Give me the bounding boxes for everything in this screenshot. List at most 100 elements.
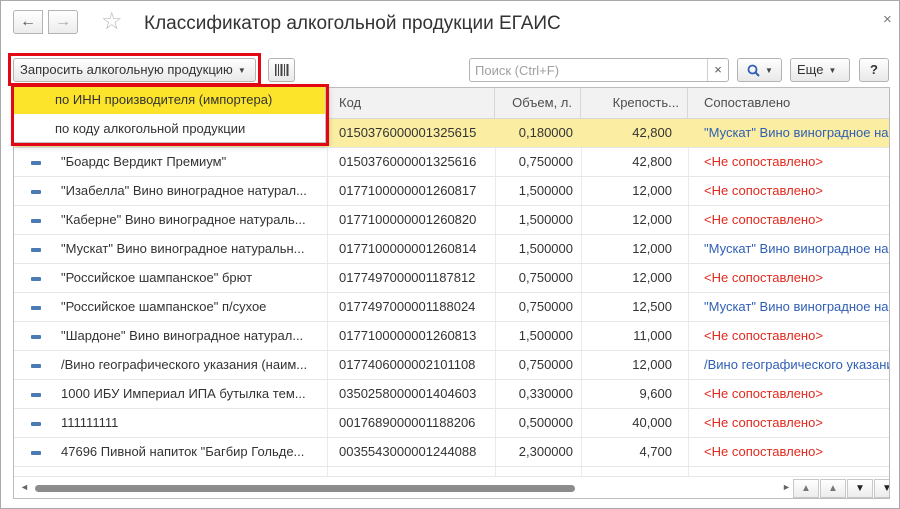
page-up-button[interactable]: ▲ [820,479,846,498]
row-name-cell: 47696 Пивной напиток "Багбир Гольде... [61,444,305,459]
search-field[interactable]: × [469,58,729,82]
row-volume-cell: 0,750000 [518,270,573,285]
row-strength-cell: 12,000 [632,357,672,372]
row-match-cell: /Вино географического указани [704,357,890,372]
go-first-button[interactable]: ▲ [793,479,819,498]
row-name-cell: "Изабелла" Вино виноградное натурал... [61,183,307,198]
row-match-cell: <Не сопоставлено> [704,154,823,169]
row-code-cell: 0150376000001325616 [339,154,477,169]
magnifier-icon [747,64,760,77]
down-icon: ▼ [855,483,865,494]
column-header-match[interactable]: Сопоставлено [688,88,889,118]
row-strength-cell: 9,600 [639,386,672,401]
row-code-cell: 0177497000001188024 [339,299,476,314]
row-item-icon [31,380,43,408]
row-code-cell: 0177100000001260817 [339,183,477,198]
chevron-down-icon: ▼ [237,65,246,75]
close-icon[interactable]: × [883,11,892,28]
table-row[interactable]: "Российское шампанское" брют 017749700000… [14,264,889,293]
row-volume-cell: 1,500000 [518,183,573,198]
row-name-cell: "Шардоне" Вино виноградное натурал... [61,328,304,343]
search-input[interactable] [470,59,708,81]
row-item-icon [31,438,43,466]
forward-arrow-icon[interactable]: → [48,10,78,34]
clear-search-icon[interactable]: × [707,59,728,81]
row-volume-cell: 0,750000 [518,299,573,314]
row-item-icon [31,206,43,234]
row-volume-cell: 1,500000 [518,328,573,343]
chevron-down-icon: ▼ [828,65,837,75]
table-row[interactable]: 111111111 0017689000001188206 0,500000 40,0… [14,409,889,438]
row-code-cell: 0177406000002101108 [339,357,476,372]
row-match-cell: <Не сопоставлено> [704,444,823,459]
table-row[interactable]: "Боардс Вердикт Премиум" 0150376000001325… [14,148,889,177]
row-match-cell: <Не сопоставлено> [704,183,823,198]
row-code-cell: 0035543000001244088 [339,444,477,459]
table-row[interactable]: 1000 ИБУ Империал ИПА бутылка тем... 0350… [14,380,889,409]
products-table: Код Объем, л. Крепость... Сопоставлено 0… [13,87,890,499]
row-strength-cell: 12,000 [632,241,672,256]
row-code-cell: 0150376000001325615 [339,125,477,140]
row-strength-cell: 40,000 [632,415,672,430]
scroll-right-icon[interactable]: ► [782,482,791,492]
double-up-icon: ▲ [801,483,811,494]
table-row[interactable]: "Изабелла" Вино виноградное натурал... 01… [14,177,889,206]
row-strength-cell: 11,000 [633,328,672,343]
table-row[interactable]: "Шардоне" Вино виноградное натурал... 017… [14,322,889,351]
row-strength-cell: 12,500 [632,299,672,314]
table-row[interactable]: "Каберне" Вино виноградное натураль... 01… [14,206,889,235]
row-match-cell: <Не сопоставлено> [704,328,823,343]
request-products-button[interactable]: Запросить алкогольную продукцию ▼ [13,58,256,82]
row-strength-cell: 4,700 [639,444,672,459]
row-code-cell: 0017689000001188206 [339,415,476,430]
row-name-cell: "Мускат" Вино виноградное натуральн... [61,241,305,256]
row-volume-cell: 1,500000 [518,241,573,256]
row-match-cell: "Мускат" Вино виноградное на [704,241,889,256]
row-match-cell: <Не сопоставлено> [704,386,823,401]
table-row[interactable]: /Вино географического указания (наим... 0… [14,351,890,380]
row-item-icon [31,148,43,176]
table-row[interactable]: "Мускат" Вино виноградное натуральн... 01… [14,235,889,264]
row-item-icon [31,177,43,205]
row-strength-cell: 42,800 [632,154,672,169]
row-match-cell: <Не сопоставлено> [704,270,823,285]
scroll-left-icon[interactable]: ◄ [20,482,29,492]
row-name-cell: 1000 ИБУ Империал ИПА бутылка тем... [61,386,306,401]
column-header-volume[interactable]: Объем, л. [495,88,581,118]
column-header-code[interactable]: Код [327,88,495,118]
row-volume-cell: 0,180000 [518,125,573,140]
row-volume-cell: 0,750000 [518,357,573,372]
window-title: Классификатор алкогольной продукции ЕГАИ… [144,13,561,34]
row-item-icon [31,351,43,379]
go-last-button[interactable]: ▼ [874,479,889,498]
help-button[interactable]: ? [859,58,889,82]
row-strength-cell: 12,000 [632,183,672,198]
row-name-cell: "Российское шампанское" брют [61,270,253,285]
favorite-star-icon[interactable]: ☆ [101,9,127,35]
more-button[interactable]: Еще ▼ [790,58,850,82]
row-item-icon [31,409,43,437]
column-header-strength[interactable]: Крепость... [581,88,688,118]
row-name-cell: "Российское шампанское" п/сухое [61,299,267,314]
barcode-button[interactable] [268,58,295,82]
page-down-button[interactable]: ▼ [847,479,873,498]
classifier-window: ← → ☆ Классификатор алкогольной продукци… [0,0,900,509]
row-code-cell: 0177497000001187812 [339,270,476,285]
dropdown-highlight [11,84,329,146]
back-arrow-icon[interactable]: ← [13,10,43,34]
scrollbar-thumb[interactable] [35,485,575,492]
row-strength-cell: 42,800 [632,125,672,140]
row-item-icon [31,293,43,321]
table-row[interactable]: 47696 Пивной напиток "Багбир Гольде... 00… [14,438,889,467]
find-button[interactable]: ▼ [737,58,782,82]
row-match-cell: "Мускат" Вино виноградное на [704,299,889,314]
row-volume-cell: 0,330000 [518,386,573,401]
row-code-cell: 0350258000001404603 [339,386,477,401]
more-label: Еще [797,62,824,77]
horizontal-scrollbar[interactable]: ◄ ► [14,476,889,498]
row-volume-cell: 0,750000 [518,154,573,169]
row-code-cell: 0177100000001260814 [339,241,477,256]
row-strength-cell: 12,000 [632,212,672,227]
table-row[interactable]: "Российское шампанское" п/сухое 017749700… [14,293,889,322]
row-item-icon [31,322,43,350]
